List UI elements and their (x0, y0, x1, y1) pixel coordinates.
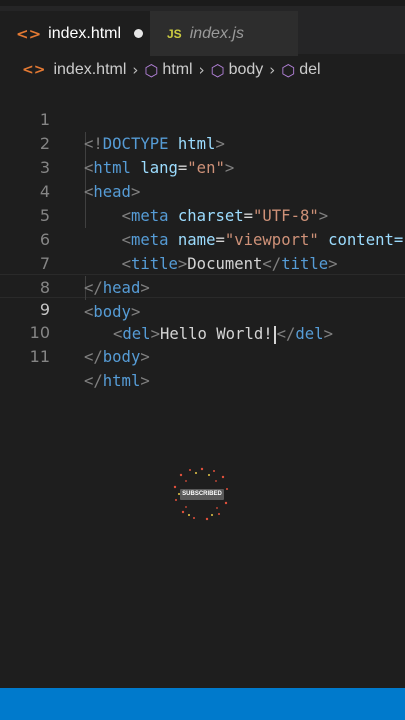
breadcrumb-html[interactable]: html (162, 61, 192, 79)
code-line: 7 </head> (0, 228, 405, 297)
element-icon: ⬡ (144, 60, 159, 80)
chevron-right-icon: › (132, 61, 139, 79)
code-line: 1 <!DOCTYPE html> (0, 84, 405, 153)
tab-bar: <> index.html JS index.js (0, 0, 405, 56)
code-text: </body> (84, 348, 150, 366)
line-number: 11 (29, 347, 50, 366)
html-file-icon: <> (22, 62, 46, 78)
unsaved-dot-icon[interactable] (134, 29, 144, 38)
element-icon: ⬡ (210, 60, 225, 80)
status-bar (0, 688, 405, 720)
code-text: </html> (84, 372, 150, 390)
code-line-current: 9 <del>Hello World! </del> (0, 274, 405, 344)
code-line: 6 <title>Document</title> (0, 204, 405, 273)
code-line: 2 <html lang="en"> (0, 108, 405, 177)
code-line: 3 <head> (0, 132, 405, 201)
html-file-icon: <> (16, 24, 42, 43)
tab-index-js[interactable]: JS index.js (150, 11, 298, 56)
tab-label: index.js (189, 24, 244, 42)
code-line: 10 </body> (0, 297, 405, 366)
breadcrumb-body[interactable]: body (229, 61, 264, 79)
code-line: 4 <meta charset="UTF-8"> (0, 156, 405, 225)
chevron-right-icon: › (269, 61, 276, 79)
tab-index-html[interactable]: <> index.html (0, 11, 150, 56)
js-file-icon: JS (167, 26, 182, 41)
breadcrumb: <> index.html › ⬡ html › ⬡ body › ⬡ del (0, 56, 405, 84)
breadcrumb-file[interactable]: index.html (53, 61, 126, 79)
code-editor[interactable]: 1 <!DOCTYPE html> 2 <html lang="en"> 3 <… (0, 84, 405, 688)
title-strip (0, 0, 405, 6)
chevron-right-icon: › (198, 61, 205, 79)
tab-label: index.html (48, 24, 122, 42)
subscribed-badge: SUBSCRIBED (180, 489, 224, 500)
code-line: 8 <body> (0, 252, 405, 321)
element-icon: ⬡ (281, 60, 296, 80)
code-line: 5 <meta name="viewport" content= (0, 180, 405, 249)
breadcrumb-del[interactable]: del (299, 61, 320, 79)
code-line: 11 </html> (0, 321, 405, 390)
